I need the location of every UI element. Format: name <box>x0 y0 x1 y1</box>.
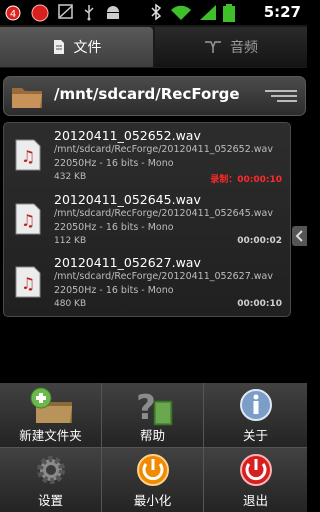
record-dot-icon <box>31 4 49 22</box>
file-format: 22050Hz - 16 bits - Mono <box>54 222 174 233</box>
file-size: 112 KB <box>54 236 87 246</box>
image-icon <box>58 4 73 19</box>
info-icon <box>239 389 272 421</box>
chevron-left-icon <box>295 230 303 242</box>
audio-file-icon: ♫ <box>15 203 41 235</box>
menu-new-folder[interactable]: 新建文件夹 <box>0 383 102 448</box>
file-format: 22050Hz - 16 bits - Mono <box>54 158 174 169</box>
svg-text:♫: ♫ <box>21 211 35 230</box>
menu-minimize[interactable]: 最小化 <box>102 448 204 512</box>
menu-help[interactable]: ? 帮助 <box>102 383 204 448</box>
file-list: ♫ 20120411_052652.wav /mnt/sdcard/RecFor… <box>3 122 291 317</box>
file-duration: 00:00:10 <box>237 299 282 309</box>
options-menu: 新建文件夹 ? 帮助 关于 设置 最小化 退出 <box>0 383 307 512</box>
file-size: 480 KB <box>54 299 87 309</box>
menu-label: 帮助 <box>139 428 165 443</box>
file-size: 432 KB <box>54 172 87 182</box>
svg-text:♫: ♫ <box>21 147 35 166</box>
recording-duration: 录制：00:00:10 <box>210 175 282 185</box>
signal-icon <box>200 5 216 20</box>
audio-icon <box>205 41 221 53</box>
file-duration: 00:00:02 <box>237 236 282 246</box>
file-item[interactable]: ♫ 20120411_052645.wav /mnt/sdcard/RecFor… <box>4 188 290 250</box>
battery-icon <box>223 4 235 22</box>
file-item[interactable]: ♫ 20120411_052627.wav /mnt/sdcard/RecFor… <box>4 251 290 313</box>
file-name: 20120411_052645.wav <box>54 192 201 207</box>
menu-label: 退出 <box>242 493 268 508</box>
menu-label: 设置 <box>37 493 63 508</box>
tab-audio-label: 音频 <box>230 40 258 56</box>
tab-audio[interactable]: 音频 <box>155 27 307 67</box>
folder-icon <box>12 88 42 108</box>
tab-files-label: 文件 <box>73 40 102 56</box>
help-icon: ? <box>136 388 172 427</box>
file-item[interactable]: ♫ 20120411_052652.wav /mnt/sdcard/RecFor… <box>4 124 290 186</box>
menu-lines-icon[interactable] <box>265 89 297 105</box>
file-path: /mnt/sdcard/RecForge/20120411_052627.wav <box>54 271 273 282</box>
android-debug-icon <box>107 6 119 19</box>
file-name: 20120411_052627.wav <box>54 255 201 270</box>
exit-icon <box>239 454 272 486</box>
settings-icon <box>36 456 65 484</box>
status-bar: 4 5:27 <box>0 0 307 25</box>
current-path: /mnt/sdcard/RecForge <box>54 85 240 103</box>
menu-label: 关于 <box>242 428 268 443</box>
document-icon <box>53 40 64 54</box>
tab-files[interactable]: 文件 <box>0 27 153 67</box>
menu-label: 最小化 <box>133 493 172 508</box>
menu-settings[interactable]: 设置 <box>0 448 102 512</box>
wifi-icon <box>171 5 191 20</box>
file-path: /mnt/sdcard/RecForge/20120411_052652.wav <box>54 144 273 155</box>
menu-label: 新建文件夹 <box>19 428 82 443</box>
minimize-icon <box>136 454 169 486</box>
file-name: 20120411_052652.wav <box>54 128 201 143</box>
usb-icon <box>84 5 94 21</box>
audio-file-icon: ♫ <box>15 139 41 171</box>
path-bar[interactable]: /mnt/sdcard/RecForge <box>3 76 306 116</box>
file-format: 22050Hz - 16 bits - Mono <box>54 285 174 296</box>
svg-text:♫: ♫ <box>21 274 35 293</box>
clock: 5:27 <box>263 3 301 21</box>
menu-about[interactable]: 关于 <box>204 383 307 448</box>
file-path: /mnt/sdcard/RecForge/20120411_052645.wav <box>54 208 273 219</box>
tab-bar: 文件 音频 <box>0 25 307 68</box>
bluetooth-icon <box>151 3 162 21</box>
notification-count: 4 <box>10 9 16 20</box>
notification-badge-icon: 4 <box>5 5 21 21</box>
side-drawer-handle[interactable] <box>292 226 307 246</box>
new-folder-icon <box>30 387 72 423</box>
svg-text:?: ? <box>136 388 156 427</box>
menu-exit[interactable]: 退出 <box>204 448 307 512</box>
audio-file-icon: ♫ <box>15 266 41 298</box>
